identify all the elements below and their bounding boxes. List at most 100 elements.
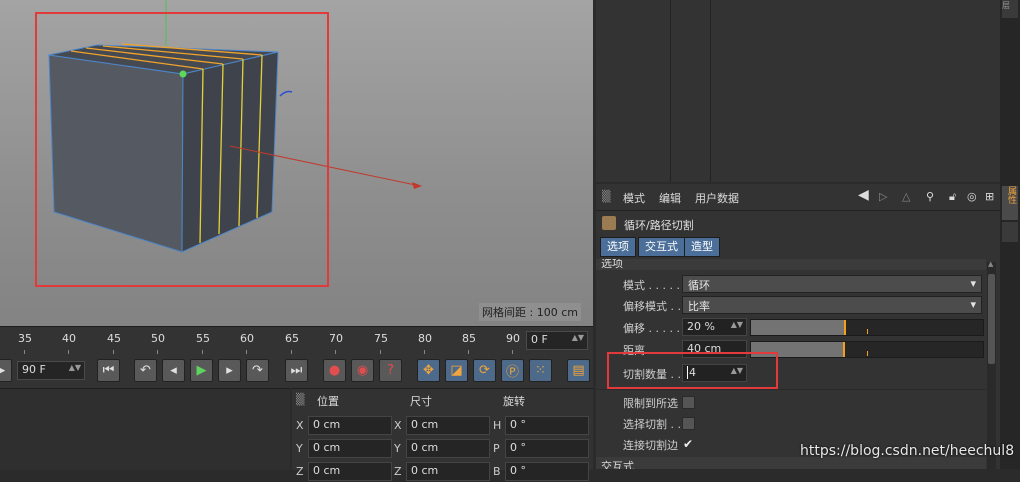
tab-options[interactable]: 选项 — [600, 237, 636, 257]
rotate-icon[interactable]: ⟳ — [473, 359, 496, 382]
field-value: 0 cm — [313, 441, 341, 454]
side-tab-label: 属性 — [1006, 186, 1016, 204]
search-icon[interactable]: ⚲ — [926, 190, 934, 203]
keyframe-selection-icon[interactable]: ? — [379, 359, 402, 382]
play-backward-icon[interactable]: ◂ — [162, 359, 185, 382]
chevron-down-icon: ▾ — [970, 277, 976, 290]
points-icon[interactable]: ⁙ — [529, 359, 552, 382]
select-cuts-label: 选择切割 . . — [623, 418, 681, 431]
chevron-down-icon: ▾ — [970, 298, 976, 311]
field-value: 0 ° — [510, 418, 526, 431]
tick-label: 70 — [329, 332, 343, 345]
side-tab-other[interactable] — [1002, 222, 1018, 242]
go-to-start-icon[interactable]: ⏮ — [97, 359, 120, 382]
target-icon[interactable]: ◎ — [967, 190, 977, 203]
material-panel — [0, 388, 290, 470]
mode-label: 模式 . . . . . . — [623, 279, 687, 292]
go-to-end-icon[interactable]: ⏭ — [285, 359, 308, 382]
play-icon[interactable]: ▶ — [190, 359, 213, 382]
highlight-box-cuts — [607, 352, 778, 389]
film-icon[interactable]: ▤ — [567, 359, 590, 382]
axis-label: B — [493, 465, 501, 478]
back-arrow-icon[interactable]: ◀ — [858, 187, 869, 203]
axis-label: Z — [296, 465, 304, 478]
size-x-field[interactable]: 0 cm — [406, 416, 490, 435]
coord-row-3: Z 0 cm Z 0 cm B 0 ° — [296, 462, 592, 482]
tick-label: 35 — [18, 332, 32, 345]
connect-cuts-checkbox[interactable]: ✔ — [682, 438, 695, 451]
size-y-field[interactable]: 0 cm — [406, 439, 490, 458]
field-value: 0 cm — [411, 464, 439, 477]
section-options-header: 选项 — [596, 259, 986, 270]
mode-dropdown[interactable]: 循环 ▾ — [682, 275, 982, 293]
rotation-b-field[interactable]: 0 ° — [505, 462, 589, 481]
connect-cuts-label: 连接切割边 — [623, 439, 678, 452]
grip-icon: ▒ — [296, 393, 305, 406]
coord-row-2: Y 0 cm Y 0 cm P 0 ° — [296, 439, 592, 459]
size-z-field[interactable]: 0 cm — [406, 462, 490, 481]
restrict-label: 限制到所选 — [623, 397, 678, 410]
grip-icon: ▒ — [602, 190, 611, 203]
loop-icon[interactable]: ↷ — [246, 359, 269, 382]
record-icon[interactable]: ● — [323, 359, 346, 382]
offset-label: 偏移 . . . . . . — [623, 322, 687, 335]
object-manager[interactable] — [596, 0, 1000, 182]
up-arrow-icon[interactable]: △ — [902, 190, 910, 203]
tick-label: 40 — [62, 332, 76, 345]
rotation-p-field[interactable]: 0 ° — [505, 439, 589, 458]
stepper-icon[interactable]: ▲▼ — [731, 320, 743, 329]
menu-mode[interactable]: 模式 — [623, 190, 645, 206]
play-range-icon[interactable]: ▸ — [0, 359, 12, 382]
tab-modeling[interactable]: 造型 — [684, 237, 720, 257]
restrict-checkbox[interactable] — [682, 396, 695, 409]
tick-label: 60 — [240, 332, 254, 345]
stepper-icon[interactable]: ▲▼ — [572, 333, 584, 342]
section-title: 交互式 — [601, 460, 634, 469]
tool-title: 循环/路径切割 — [624, 219, 694, 232]
side-tab-attributes[interactable]: 属性 — [1002, 186, 1018, 220]
tick-label: 65 — [285, 332, 299, 345]
autokey-icon[interactable]: ◉ — [351, 359, 374, 382]
timeline-ruler[interactable]: 35 40 45 50 55 60 65 70 75 80 85 90 0 F ▲… — [0, 326, 593, 355]
menu-edit[interactable]: 编辑 — [659, 190, 681, 206]
stepper-icon[interactable]: ▲▼ — [69, 363, 81, 372]
scrollbar[interactable]: ▲ — [987, 260, 996, 469]
offset-field[interactable]: 20 % ▲▼ — [682, 318, 747, 336]
offset-value: 20 % — [687, 320, 715, 333]
offset-slider[interactable] — [750, 319, 984, 336]
tick-label: 85 — [462, 332, 476, 345]
next-key-icon[interactable]: ▸ — [218, 359, 241, 382]
select-cuts-checkbox[interactable] — [682, 417, 695, 430]
current-frame-value: 0 F — [531, 333, 548, 346]
field-value: 0 cm — [411, 441, 439, 454]
previous-key-icon[interactable]: ↶ — [134, 359, 157, 382]
tab-interactive[interactable]: 交互式 — [638, 237, 685, 257]
side-tab-layers[interactable]: 层 — [1002, 0, 1018, 18]
highlight-box-cube — [35, 12, 329, 287]
offset-mode-dropdown[interactable]: 比率 ▾ — [682, 296, 982, 314]
position-x-field[interactable]: 0 cm — [308, 416, 392, 435]
move-icon[interactable]: ✥ — [417, 359, 440, 382]
scale-icon[interactable]: ◪ — [445, 359, 468, 382]
end-frame-value: 90 F — [22, 363, 46, 376]
rotation-h-field[interactable]: 0 ° — [505, 416, 589, 435]
current-frame-field[interactable]: 0 F ▲▼ — [526, 331, 588, 350]
new-window-icon[interactable]: ⊞ — [985, 190, 994, 203]
scrollbar-thumb[interactable] — [988, 274, 995, 364]
position-y-field[interactable]: 0 cm — [308, 439, 392, 458]
tab-bar: 选项 交互式 造型 — [600, 237, 900, 257]
lock-icon[interactable]: 🔓︎ — [949, 190, 956, 204]
distance-slider[interactable] — [750, 341, 984, 358]
position-z-field[interactable]: 0 cm — [308, 462, 392, 481]
coord-row-1: X 0 cm X 0 cm H 0 ° — [296, 416, 592, 436]
scroll-up-icon[interactable]: ▲ — [988, 260, 993, 268]
end-frame-field[interactable]: 90 F ▲▼ — [17, 361, 85, 380]
forward-arrow-icon[interactable]: ▷ — [879, 190, 887, 203]
size-header: 尺寸 — [410, 395, 432, 408]
3d-viewport[interactable]: 网格间距 : 100 cm — [0, 0, 593, 326]
param-icon[interactable]: Ⓟ — [501, 359, 524, 382]
side-tab-strip: 层 属性 — [1000, 0, 1020, 469]
tick-label: 55 — [196, 332, 210, 345]
menu-user-data[interactable]: 用户数据 — [695, 190, 739, 206]
offset-mode-value: 比率 — [688, 300, 710, 313]
